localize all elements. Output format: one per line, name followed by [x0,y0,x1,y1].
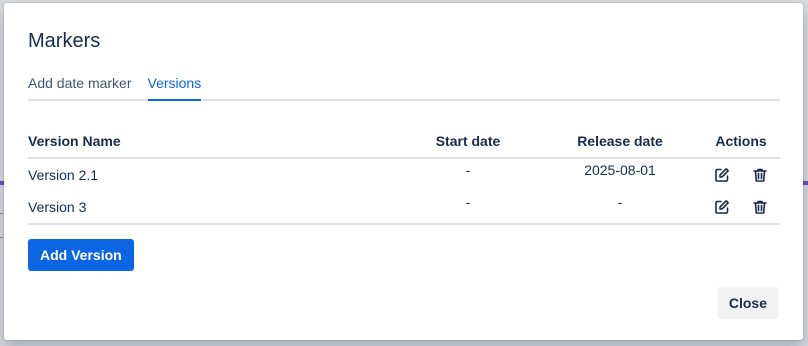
edit-icon[interactable] [713,198,731,216]
table-row: Version 3 - - [28,191,780,225]
trash-icon[interactable] [751,166,769,184]
table-row: Version 2.1 - 2025-08-01 [28,158,780,191]
release-date-cell: 2025-08-01 [538,158,702,191]
version-name-cell: Version 3 [28,191,398,225]
tab-bar: Add date marker Versions [28,73,780,101]
background-dash [0,237,3,238]
release-date-cell: - [538,191,702,225]
markers-modal: Markers Add date marker Versions Version… [4,3,803,340]
version-name-cell: Version 2.1 [28,167,99,183]
table-header-row: Version Name Start date Release date Act… [28,131,780,159]
versions-table: Version Name Start date Release date Act… [28,131,780,225]
release-date-value: 2025-08-01 [584,162,656,178]
trash-icon[interactable] [751,198,769,216]
edit-icon[interactable] [713,166,731,184]
release-date-value: - [617,194,623,210]
close-button[interactable]: Close [716,287,779,319]
background-purple-bar-right [803,181,808,185]
start-date-value: - [465,194,471,210]
background-dash [0,213,3,214]
add-version-button[interactable]: Add Version [28,239,134,271]
header-release-date: Release date [538,131,702,159]
modal-title: Markers [28,30,101,52]
actions-cell [702,191,780,225]
header-start-date: Start date [398,131,538,159]
start-date-value: - [465,162,471,178]
start-date-cell: - [398,191,538,225]
actions-cell [702,158,780,191]
header-version-name: Version Name [28,131,398,159]
tab-versions[interactable]: Versions [147,73,201,101]
tab-add-date-marker[interactable]: Add date marker [28,73,132,99]
header-actions: Actions [702,131,780,159]
start-date-cell: - [398,158,538,191]
